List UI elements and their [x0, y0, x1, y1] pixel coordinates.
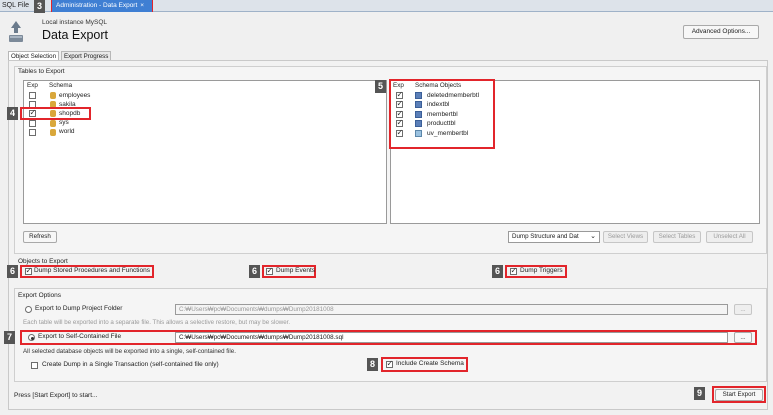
advanced-options-button[interactable]: Advanced Options...	[683, 25, 759, 39]
export-self-contained-label[interactable]: Export to Self-Contained File	[38, 333, 121, 340]
project-folder-hint: Each table will be exported into a separ…	[23, 319, 291, 326]
highlight-schema-objects	[389, 79, 495, 149]
annotation-badge-6a: 6	[7, 265, 18, 278]
tab-sql-file[interactable]: SQL File	[2, 1, 29, 11]
objects-group-title: Objects to Export	[18, 258, 68, 265]
page-title: Data Export	[42, 28, 109, 42]
self-contained-hint: All selected database objects will be ex…	[23, 348, 236, 355]
database-icon	[50, 120, 56, 127]
select-views-button[interactable]: Select Views	[603, 231, 648, 243]
dump-triggers-label[interactable]: Dump Triggers	[520, 267, 563, 274]
connection-name: Local instance MySQL	[42, 19, 108, 26]
annotation-badge-7: 7	[4, 331, 15, 344]
project-folder-path-field[interactable]: C:₩Users₩pc₩Documents₩dumps₩Dump20181008	[175, 304, 728, 315]
browse-file-button[interactable]: ...	[734, 332, 752, 343]
schema-checkbox-sys[interactable]	[29, 120, 36, 127]
schema-checkbox-employees[interactable]	[29, 92, 36, 99]
dump-type-select[interactable]: Dump Structure and Dat ⌄	[508, 231, 600, 243]
export-self-contained-radio[interactable]	[28, 334, 35, 341]
dump-events-label[interactable]: Dump Events	[276, 267, 315, 274]
schema-row-world[interactable]: world	[59, 127, 75, 136]
dump-events-checkbox[interactable]	[266, 266, 273, 275]
schema-row-employees[interactable]: employees	[59, 91, 90, 100]
close-icon[interactable]: ×	[140, 2, 144, 9]
single-transaction-checkbox[interactable]	[31, 362, 38, 369]
database-icon	[50, 129, 56, 136]
unselect-all-button[interactable]: Unselect All	[706, 231, 753, 243]
export-project-folder-radio[interactable]	[25, 306, 32, 313]
annotation-badge-4: 4	[7, 107, 18, 120]
export-icon	[9, 21, 23, 42]
select-tables-button[interactable]: Select Tables	[653, 231, 701, 243]
annotation-badge-5: 5	[375, 80, 386, 93]
include-create-schema-checkbox[interactable]	[386, 359, 393, 368]
self-contained-path-field[interactable]: C:₩Users₩pc₩Documents₩dumps₩Dump20181008…	[175, 332, 728, 343]
tab-administration-data-export[interactable]: Administration - Data Export ×	[52, 0, 152, 12]
schema-checkbox-world[interactable]	[29, 129, 36, 136]
start-export-button[interactable]: Start Export	[715, 389, 763, 401]
include-create-schema-label[interactable]: Include Create Schema	[396, 360, 464, 367]
dump-routines-label[interactable]: Dump Stored Procedures and Functions	[34, 267, 150, 274]
annotation-badge-6b: 6	[249, 265, 260, 278]
schema-col-schema: Schema	[49, 82, 73, 89]
browse-folder-button[interactable]: ...	[734, 304, 752, 315]
dump-type-value: Dump Structure and Dat	[512, 233, 579, 240]
export-options-title: Export Options	[18, 292, 61, 299]
status-text: Press [Start Export] to start...	[14, 392, 98, 399]
dump-routines-checkbox[interactable]	[25, 266, 32, 275]
export-project-folder-label[interactable]: Export to Dump Project Folder	[35, 305, 122, 312]
schema-col-exp: Exp	[27, 82, 38, 89]
refresh-button[interactable]: Refresh	[23, 231, 57, 243]
tables-group-title: Tables to Export	[18, 68, 65, 75]
annotation-badge-3: 3	[34, 0, 45, 13]
tab-admin-label: Administration - Data Export	[56, 2, 138, 9]
chevron-down-icon: ⌄	[590, 233, 596, 240]
highlight-shopdb	[20, 107, 91, 120]
annotation-badge-6c: 6	[492, 265, 503, 278]
single-transaction-label[interactable]: Create Dump in a Single Transaction (sel…	[42, 361, 219, 368]
annotation-badge-9: 9	[694, 387, 705, 400]
annotation-badge-8: 8	[367, 358, 378, 371]
database-icon	[50, 92, 56, 99]
dump-triggers-checkbox[interactable]	[510, 266, 517, 275]
schema-list[interactable]	[23, 80, 387, 224]
